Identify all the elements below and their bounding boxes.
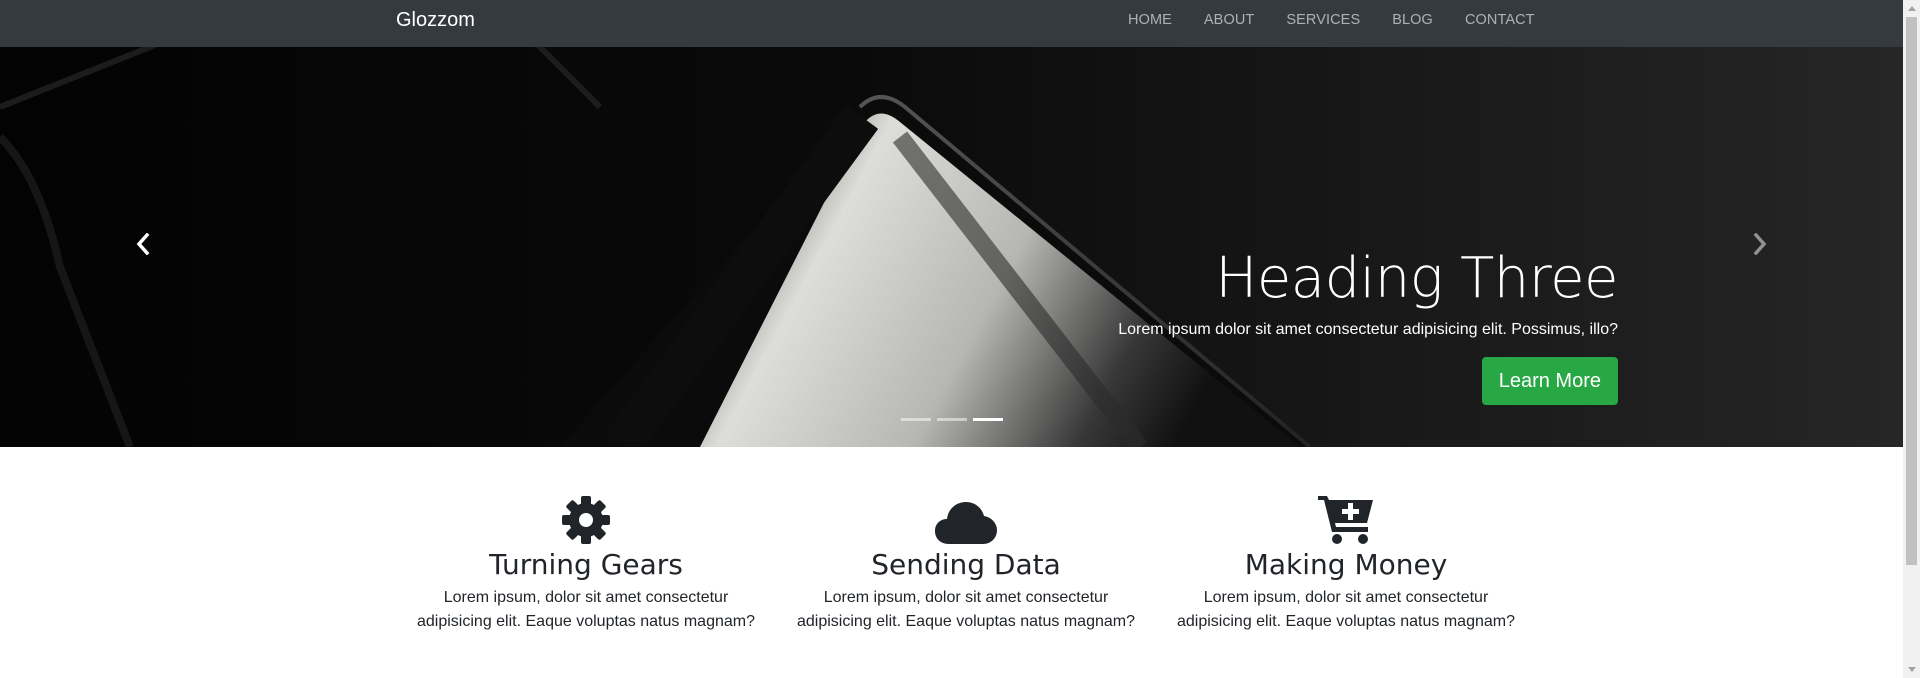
learn-more-button[interactable]: Learn More (1481, 357, 1618, 405)
triangle-up-icon (1907, 6, 1916, 11)
scroll-down-arrow[interactable] (1903, 661, 1920, 678)
page-scrollbar[interactable] (1903, 0, 1920, 678)
feature-title: Sending Data (871, 548, 1061, 581)
carousel-indicators (901, 418, 1003, 421)
feature-text: Lorem ipsum, dolor sit amet consectetur … (1177, 589, 1515, 630)
carousel-indicator[interactable] (937, 418, 967, 421)
brand-logo[interactable]: Glozzom (396, 0, 475, 40)
nav-link-services[interactable]: SERVICES (1270, 0, 1376, 40)
carousel-indicator-active[interactable] (973, 418, 1003, 421)
feature-text: Lorem ipsum, dolor sit amet consectetur … (417, 589, 755, 630)
cart-plus-icon (1318, 496, 1373, 544)
triangle-down-icon (1907, 667, 1916, 672)
slide-text: Lorem ipsum dolor sit amet consectetur a… (1118, 321, 1618, 338)
feature-item: Turning Gears Lorem ipsum, dolor sit ame… (396, 492, 776, 634)
feature-title: Making Money (1244, 548, 1448, 581)
nav-link-home[interactable]: HOME (1112, 0, 1188, 40)
scroll-up-arrow[interactable] (1903, 0, 1920, 17)
cloud-icon (935, 502, 997, 544)
nav-links: HOME ABOUT SERVICES BLOG CONTACT (1112, 0, 1551, 40)
feature-item: Making Money Lorem ipsum, dolor sit amet… (1156, 492, 1536, 634)
chevron-left-icon (136, 233, 150, 255)
carousel-prev-button[interactable] (123, 224, 163, 264)
chevron-right-icon (1753, 233, 1767, 255)
nav-link-about[interactable]: ABOUT (1188, 0, 1270, 40)
feature-item: Sending Data Lorem ipsum, dolor sit amet… (776, 492, 1156, 634)
nav-link-contact[interactable]: CONTACT (1449, 0, 1551, 40)
slide-heading: Heading Three (1215, 246, 1618, 311)
feature-text: Lorem ipsum, dolor sit amet consectetur … (797, 589, 1135, 630)
carousel-indicator[interactable] (901, 418, 931, 421)
nav-link-blog[interactable]: BLOG (1376, 0, 1449, 40)
scrollbar-thumb[interactable] (1906, 17, 1917, 565)
features-section: Turning Gears Lorem ipsum, dolor sit ame… (396, 492, 1536, 634)
feature-title: Turning Gears (489, 548, 683, 581)
hero-carousel: Heading Three Lorem ipsum dolor sit amet… (0, 47, 1903, 447)
carousel-caption: Heading Three Lorem ipsum dolor sit amet… (1118, 247, 1618, 405)
navbar: Glozzom HOME ABOUT SERVICES BLOG CONTACT (0, 0, 1903, 47)
carousel-next-button[interactable] (1740, 224, 1780, 264)
gear-icon (562, 496, 610, 544)
